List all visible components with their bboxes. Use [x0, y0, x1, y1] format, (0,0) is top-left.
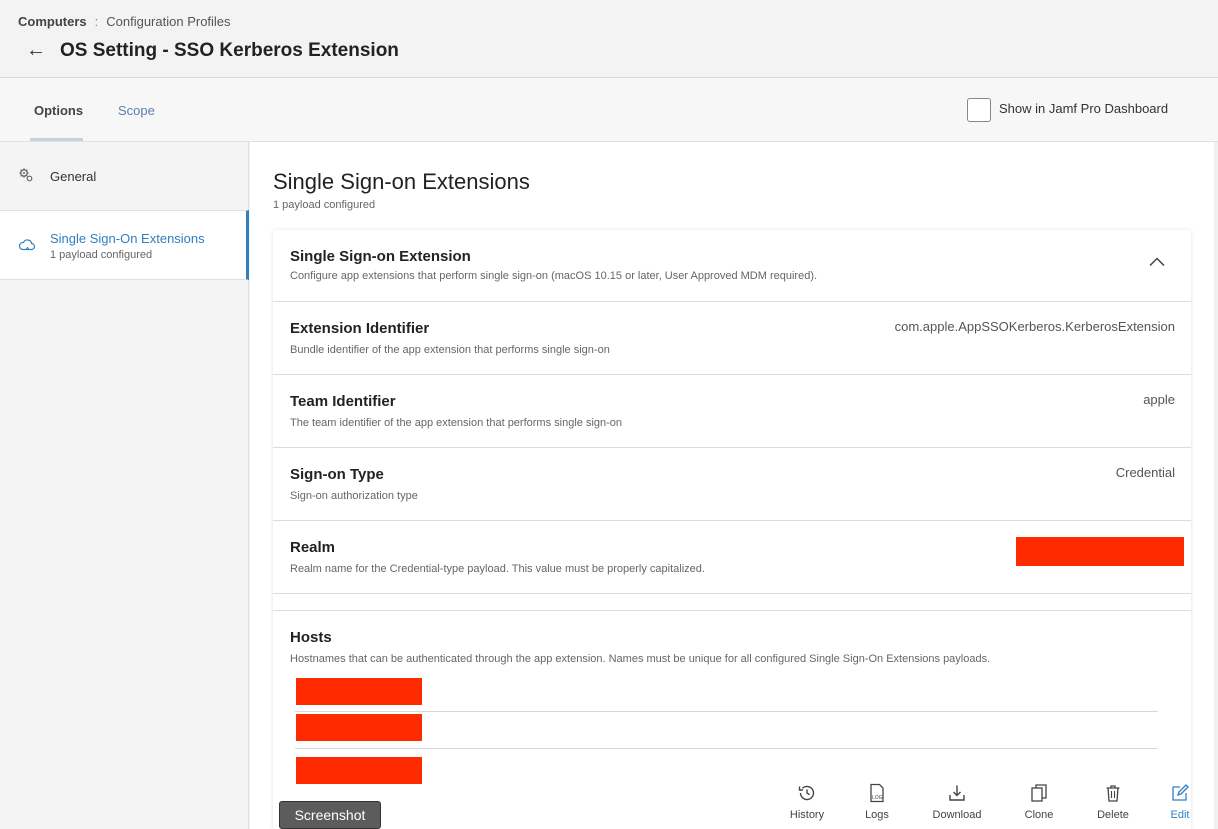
field-row-sign-on-type: Sign-on Type Sign-on authorization type …: [273, 448, 1191, 521]
field-row-realm: Realm Realm name for the Credential-type…: [273, 521, 1191, 594]
sidebar-item-sso-label: Single Sign-On Extensions: [50, 231, 205, 246]
field-description: Sign-on authorization type: [290, 490, 418, 502]
action-toolbar: History LOG Logs Download Clone Delete E…: [775, 780, 1215, 829]
clone-button[interactable]: Clone: [1008, 780, 1070, 821]
history-label: History: [789, 809, 825, 821]
payload-card: Single Sign-on Extension Configure app e…: [273, 230, 1191, 829]
delete-label: Delete: [1097, 809, 1129, 821]
field-description: Realm name for the Credential-type paylo…: [290, 563, 705, 575]
breadcrumb-separator: :: [94, 14, 99, 29]
delete-button[interactable]: Delete: [1082, 780, 1144, 821]
card-header: Single Sign-on Extension Configure app e…: [273, 230, 1191, 302]
clone-icon: [1029, 783, 1049, 803]
history-button[interactable]: History: [776, 780, 838, 821]
dashboard-checkbox-label: Show in Jamf Pro Dashboard: [999, 101, 1169, 116]
field-value: com.apple.AppSSOKerberos.KerberosExtensi…: [894, 319, 1175, 334]
download-icon: [947, 783, 967, 803]
gear-icon: [18, 167, 34, 188]
realm-value-redacted: [1016, 537, 1184, 566]
section-spacer: [273, 594, 1191, 611]
sidebar-item-sso-sublabel: 1 payload configured: [50, 249, 153, 261]
screenshot-button[interactable]: Screenshot: [279, 801, 381, 829]
tab-options[interactable]: Options: [34, 103, 83, 118]
edit-icon: [1170, 783, 1190, 803]
field-title: Realm: [290, 539, 336, 556]
logs-label: Logs: [865, 809, 889, 821]
tab-scope[interactable]: Scope: [118, 103, 155, 118]
sidebar: General Single Sign-On Extensions 1 payl…: [0, 142, 249, 829]
host-entry-redacted: [296, 714, 422, 741]
host-divider: [295, 748, 1158, 749]
breadcrumb-computers[interactable]: Computers: [18, 14, 87, 29]
breadcrumb-configuration-profiles[interactable]: Configuration Profiles: [106, 14, 230, 29]
sidebar-item-general[interactable]: General: [0, 142, 249, 210]
card-description: Configure app extensions that perform si…: [290, 270, 818, 282]
breadcrumb: Computers : Configuration Profiles: [18, 14, 231, 29]
chevron-up-icon[interactable]: [1149, 254, 1165, 270]
host-entry-redacted: [296, 757, 422, 784]
history-icon: [797, 783, 817, 803]
field-value: apple: [1143, 392, 1175, 407]
edit-label: Edit: [1170, 809, 1190, 821]
dashboard-checkbox[interactable]: [967, 98, 991, 122]
field-title: Sign-on Type: [290, 466, 384, 483]
sidebar-item-general-label: General: [50, 169, 97, 184]
field-title: Team Identifier: [290, 393, 396, 410]
field-value: Credential: [1115, 465, 1175, 480]
host-entry-redacted: [296, 678, 422, 705]
trash-icon: [1103, 783, 1123, 803]
field-title: Hosts: [290, 629, 332, 646]
field-title: Extension Identifier: [290, 320, 430, 337]
cloud-icon: [18, 237, 36, 258]
field-row-team-identifier: Team Identifier The team identifier of t…: [273, 375, 1191, 448]
page-header: Computers : Configuration Profiles ← OS …: [0, 0, 1218, 78]
download-button[interactable]: Download: [926, 780, 988, 821]
host-divider: [295, 711, 1158, 712]
tab-bar: Options Scope Show in Jamf Pro Dashboard: [0, 78, 1218, 142]
download-label: Download: [932, 809, 982, 821]
logs-icon-text: LOG: [872, 795, 883, 801]
main-scrollbar[interactable]: [1214, 142, 1218, 829]
page-title: OS Setting - SSO Kerberos Extension: [60, 40, 399, 61]
main-content: Single Sign-on Extensions 1 payload conf…: [250, 142, 1218, 829]
field-description: Hostnames that can be authenticated thro…: [290, 653, 991, 665]
active-tab-indicator: [30, 138, 83, 141]
logs-icon: LOG: [867, 783, 887, 803]
card-title: Single Sign-on Extension: [290, 248, 471, 265]
clone-label: Clone: [1024, 809, 1054, 821]
section-title: Single Sign-on Extensions: [273, 169, 530, 194]
logs-button[interactable]: LOG Logs: [846, 780, 908, 821]
edit-button[interactable]: Edit: [1149, 780, 1211, 821]
field-row-extension-identifier: Extension Identifier Bundle identifier o…: [273, 302, 1191, 375]
section-subtitle: 1 payload configured: [273, 199, 376, 211]
sidebar-item-sso-extensions[interactable]: Single Sign-On Extensions 1 payload conf…: [0, 210, 249, 280]
field-description: The team identifier of the app extension…: [290, 417, 623, 429]
back-arrow-icon[interactable]: ←: [26, 39, 46, 62]
field-description: Bundle identifier of the app extension t…: [290, 344, 610, 356]
